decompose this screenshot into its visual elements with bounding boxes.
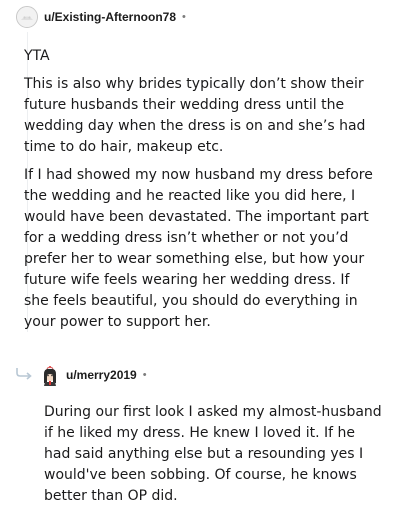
separator-dot: •	[182, 11, 186, 23]
reply-username[interactable]: u/merry2019	[66, 368, 137, 382]
default-avatar-icon[interactable]	[16, 6, 38, 28]
comment-paragraph: YTA	[24, 48, 50, 64]
comment-username[interactable]: u/Existing-Afternoon78	[44, 10, 176, 24]
comment-body: YTA This is also why brides typically do…	[24, 46, 374, 340]
comment-header: u/Existing-Afternoon78 •	[16, 5, 186, 29]
separator-dot: •	[142, 369, 147, 381]
user-avatar-icon[interactable]	[40, 364, 60, 386]
comment-paragraph: This is also why brides typically don’t …	[24, 76, 366, 155]
reply-header: u/merry2019 •	[40, 363, 147, 387]
comment-paragraph: If I had showed my now husband my dress …	[24, 167, 373, 330]
reply-paragraph: During our first look I asked my almost-…	[44, 404, 382, 504]
reply-body: During our first look I asked my almost-…	[44, 402, 384, 507]
reply-arrow-icon	[14, 367, 34, 381]
